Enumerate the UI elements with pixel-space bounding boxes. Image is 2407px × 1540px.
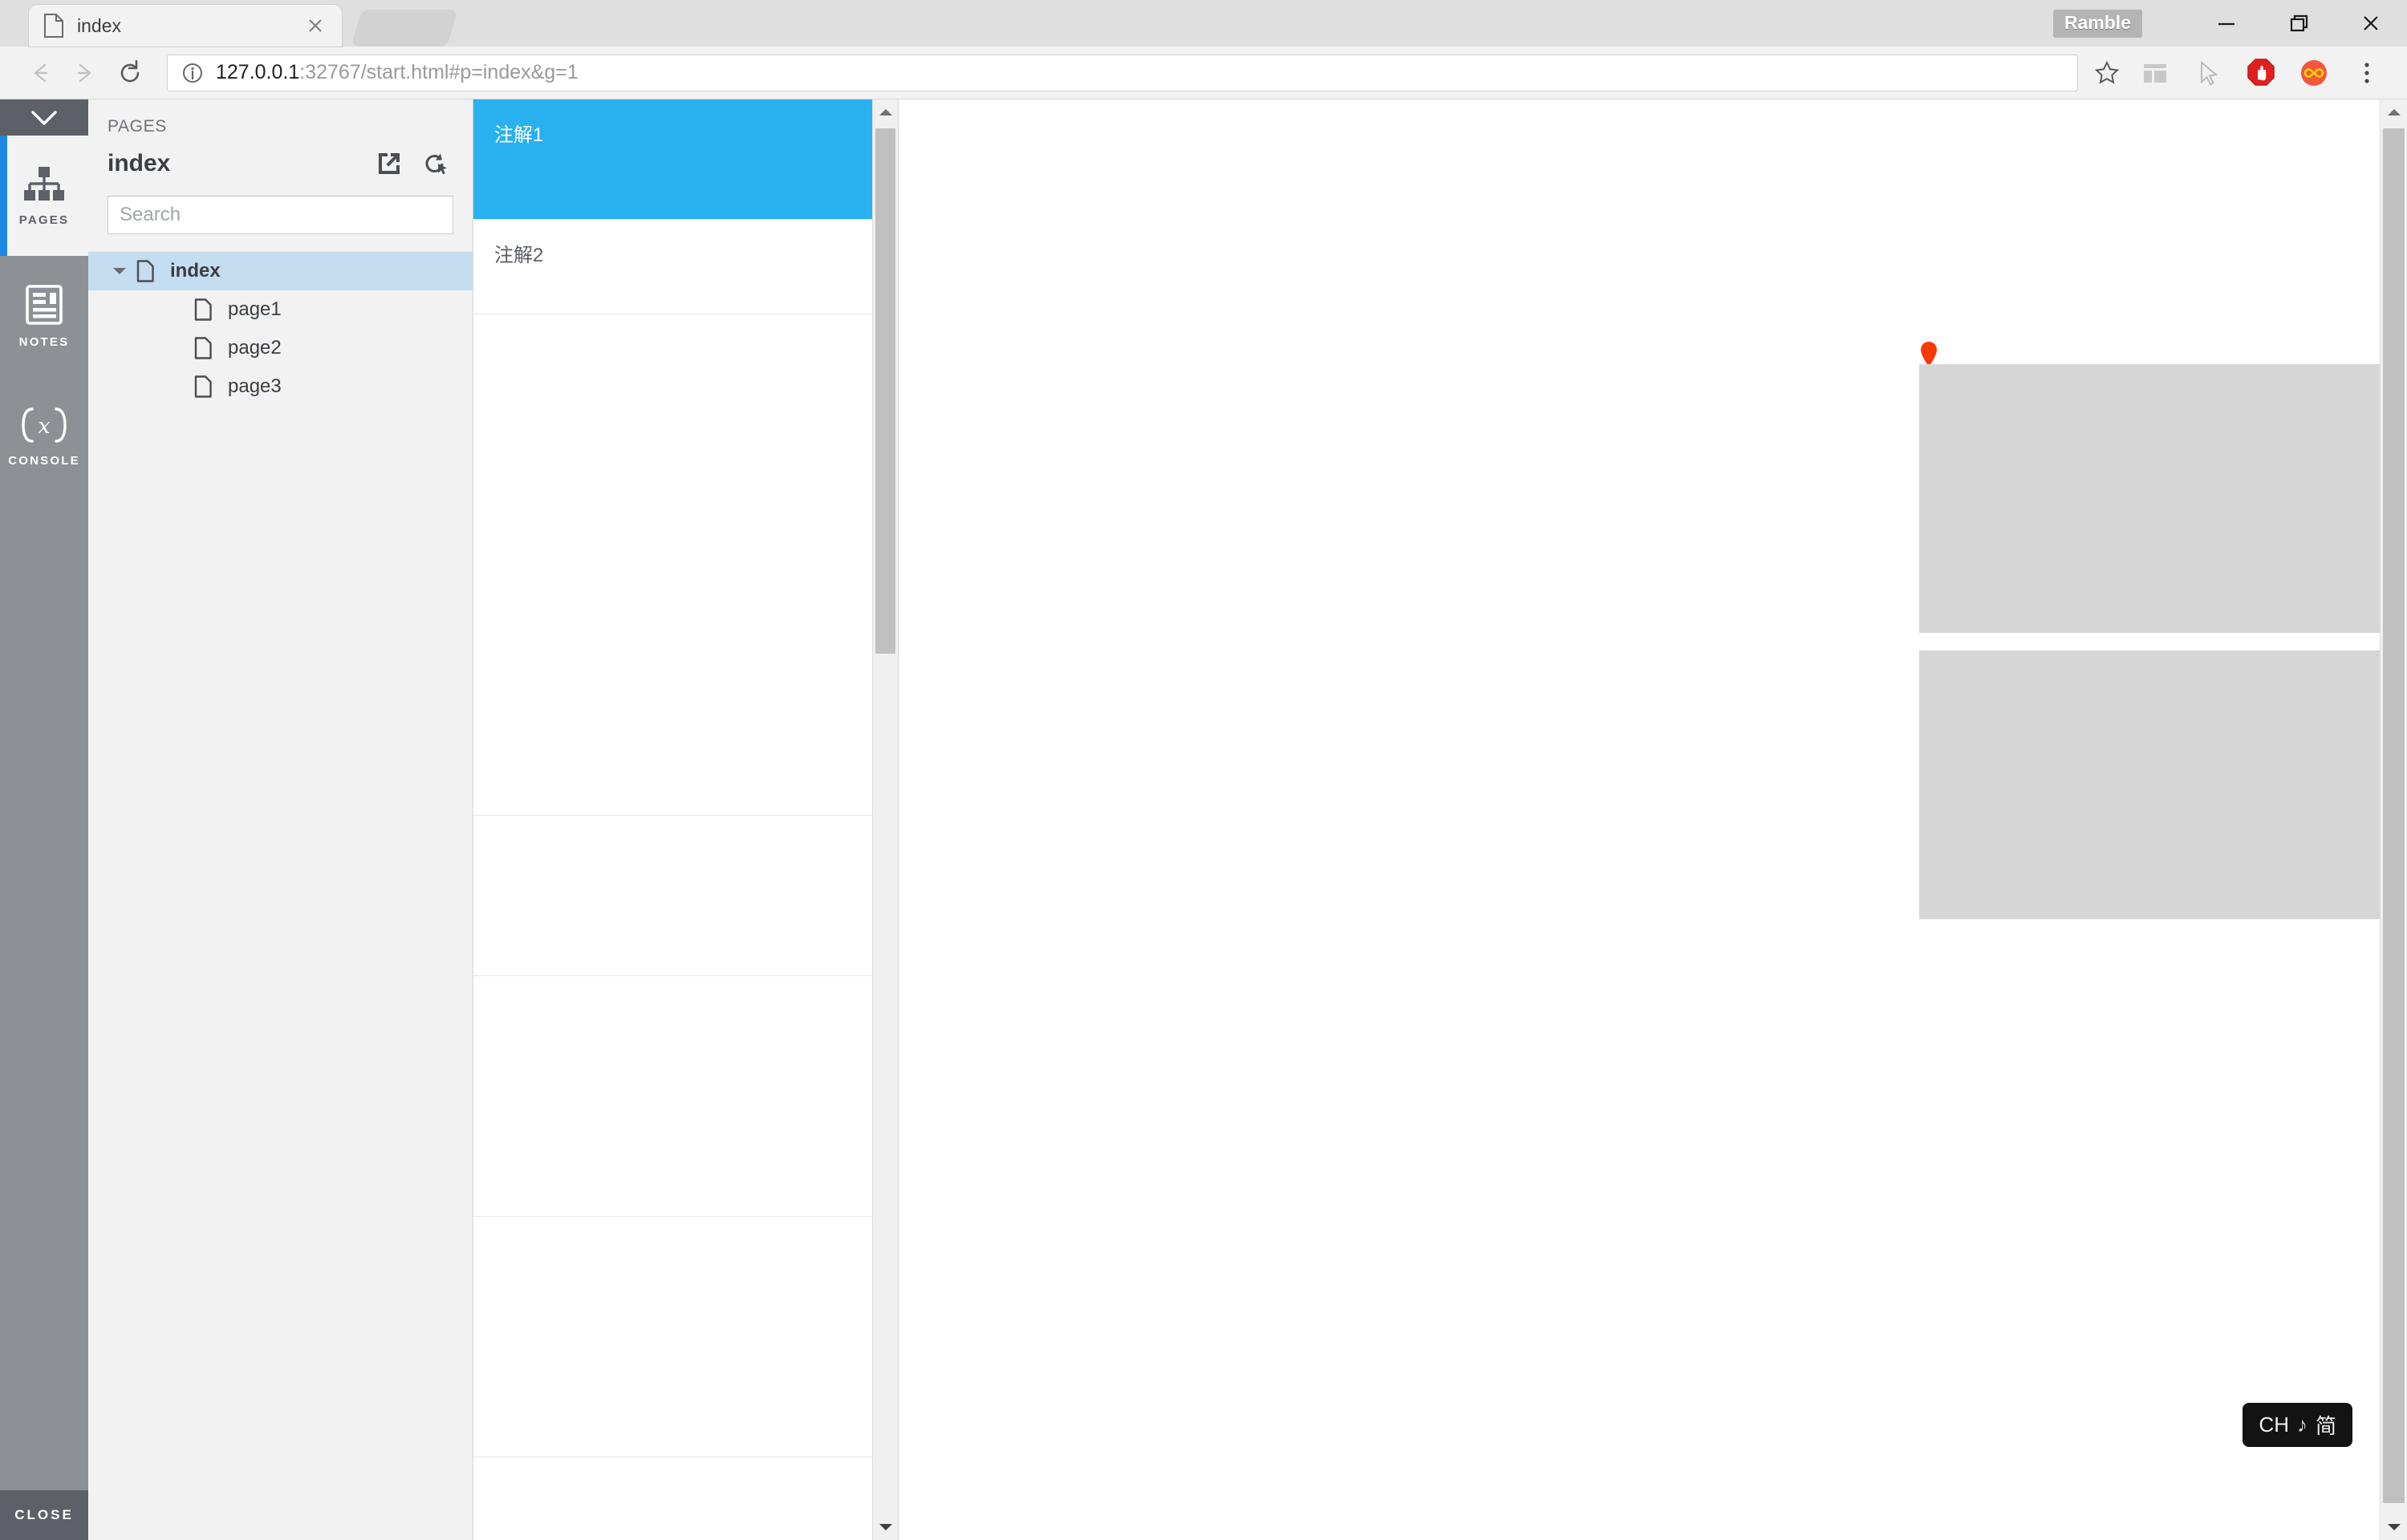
placeholder-box-1[interactable]: [1919, 364, 2380, 633]
sidebar-item-pages[interactable]: PAGES: [0, 136, 88, 256]
tree-row-index[interactable]: index: [88, 252, 473, 290]
search-wrapper: [88, 196, 473, 245]
document-icon: [43, 14, 64, 38]
reload-icon[interactable]: [108, 51, 152, 95]
notes-scrollbar-thumb[interactable]: [875, 128, 895, 654]
page-title: index: [108, 150, 171, 176]
pages-panel-header: PAGES index: [88, 99, 473, 196]
placeholder-box-3[interactable]: [1919, 650, 2380, 919]
sitemap-icon: [24, 166, 64, 201]
back-arrow-icon[interactable]: [18, 51, 63, 95]
scroll-down-icon[interactable]: [2381, 1514, 2407, 1540]
ime-tone-icon: ♪: [2296, 1412, 2308, 1437]
chevron-down-icon[interactable]: [0, 99, 88, 136]
browser-toolbar: 127.0.0.1:32767/start.html#p=index&g=1: [0, 47, 2407, 99]
scroll-down-icon[interactable]: [873, 1514, 898, 1540]
sidebar-item-label: CONSOLE: [8, 453, 80, 468]
rail-spacer: [0, 496, 88, 1490]
sidebar-item-console[interactable]: x CONSOLE: [0, 376, 88, 496]
open-external-icon[interactable]: [371, 146, 407, 181]
sidebar-item-label: PAGES: [18, 213, 70, 227]
ime-script: 简: [2315, 1414, 2336, 1438]
document-icon: [191, 375, 215, 398]
close-panel-button[interactable]: CLOSE: [0, 1490, 88, 1540]
tab-strip: index Ramble: [0, 0, 2407, 47]
svg-text:x: x: [38, 414, 50, 439]
note-label: 注解1: [494, 124, 544, 146]
infinity-extension-icon[interactable]: [2291, 51, 2336, 95]
sidebar-rail: PAGES NOTES x CONSOLE CLOSE: [0, 99, 88, 1540]
minimize-icon[interactable]: [2190, 0, 2263, 47]
browser-window: index Ramble 127.0.0.1:32767/start.html#…: [0, 0, 2407, 1540]
ime-mode: CH: [2259, 1412, 2289, 1437]
search-input[interactable]: [108, 196, 453, 234]
map-pin-marker[interactable]: [1919, 340, 1938, 367]
page-info-icon[interactable]: [181, 61, 205, 85]
bookmark-star-icon[interactable]: [2089, 55, 2125, 91]
layout-extension-icon[interactable]: [2133, 51, 2178, 95]
scroll-up-icon[interactable]: [873, 99, 898, 125]
adblock-extension-icon[interactable]: [2239, 51, 2283, 95]
tab-title: index: [77, 14, 121, 36]
forward-arrow-icon[interactable]: [63, 51, 108, 95]
tree-row-page2[interactable]: page2: [88, 329, 473, 367]
note-label: 注解2: [494, 245, 544, 266]
url-rest: :32767/start.html#p=index&g=1: [299, 61, 578, 83]
cursor-extension-icon[interactable]: [2186, 51, 2230, 95]
note-slot-empty-1[interactable]: [473, 314, 898, 816]
document-icon: [133, 260, 157, 282]
window-close-icon[interactable]: [2335, 0, 2407, 47]
page-canvas[interactable]: CH ♪ 简: [899, 99, 2380, 1540]
notes-scrollbar[interactable]: [872, 99, 898, 1540]
note-item-2[interactable]: 注解2: [473, 220, 898, 314]
note-slot-empty-2[interactable]: [473, 816, 898, 976]
note-item-1[interactable]: 注解1: [473, 99, 898, 220]
pages-kicker: PAGES: [108, 117, 167, 136]
note-slot-empty-3[interactable]: [473, 976, 898, 1217]
page-viewport: PAGES NOTES x CONSOLE CLOSE PAGES index …: [0, 99, 2407, 1540]
new-tab-ghost[interactable]: [351, 10, 458, 47]
kebab-menu-icon[interactable]: [2344, 51, 2389, 95]
reload-cursor-icon[interactable]: [418, 146, 453, 181]
ime-indicator[interactable]: CH ♪ 简: [2243, 1403, 2352, 1447]
notes-column: 注解1 注解2: [473, 99, 899, 1540]
tree-row-label: page2: [228, 337, 282, 359]
url-text: 127.0.0.1:32767/start.html#p=index&g=1: [216, 61, 578, 84]
ramble-badge: Ramble: [2052, 9, 2142, 38]
url-host: 127.0.0.1: [216, 61, 300, 83]
document-icon: [191, 337, 215, 359]
close-icon[interactable]: [303, 14, 327, 38]
tree-row-page3[interactable]: page3: [88, 367, 473, 406]
note-slot-empty-4[interactable]: [473, 1217, 898, 1457]
page-scrollbar-thumb[interactable]: [2383, 128, 2405, 1503]
document-lines-icon: [26, 284, 63, 325]
window-controls: Ramble: [2052, 0, 2407, 47]
fx-icon: x: [22, 407, 67, 443]
sidebar-item-label: NOTES: [18, 334, 70, 349]
tree-row-label: page3: [228, 375, 282, 397]
pages-title-row: index: [108, 146, 453, 181]
browser-tab-index[interactable]: index: [29, 5, 342, 47]
document-icon: [191, 298, 215, 321]
sidebar-item-notes[interactable]: NOTES: [0, 256, 88, 376]
chevron-down-icon[interactable]: [106, 265, 133, 277]
tree-row-page1[interactable]: page1: [88, 290, 473, 329]
tree-row-label: index: [170, 260, 221, 282]
scroll-up-icon[interactable]: [2381, 99, 2407, 125]
restore-icon[interactable]: [2263, 0, 2335, 47]
page-scrollbar[interactable]: [2380, 99, 2407, 1540]
placeholder-grid: [1919, 364, 2380, 919]
address-bar[interactable]: 127.0.0.1:32767/start.html#p=index&g=1: [167, 54, 2078, 91]
pages-panel: PAGES index Search index page1 page2 pag…: [88, 99, 473, 1540]
page-tree: index page1 page2 page3: [88, 245, 473, 1540]
tree-row-label: page1: [228, 298, 282, 320]
